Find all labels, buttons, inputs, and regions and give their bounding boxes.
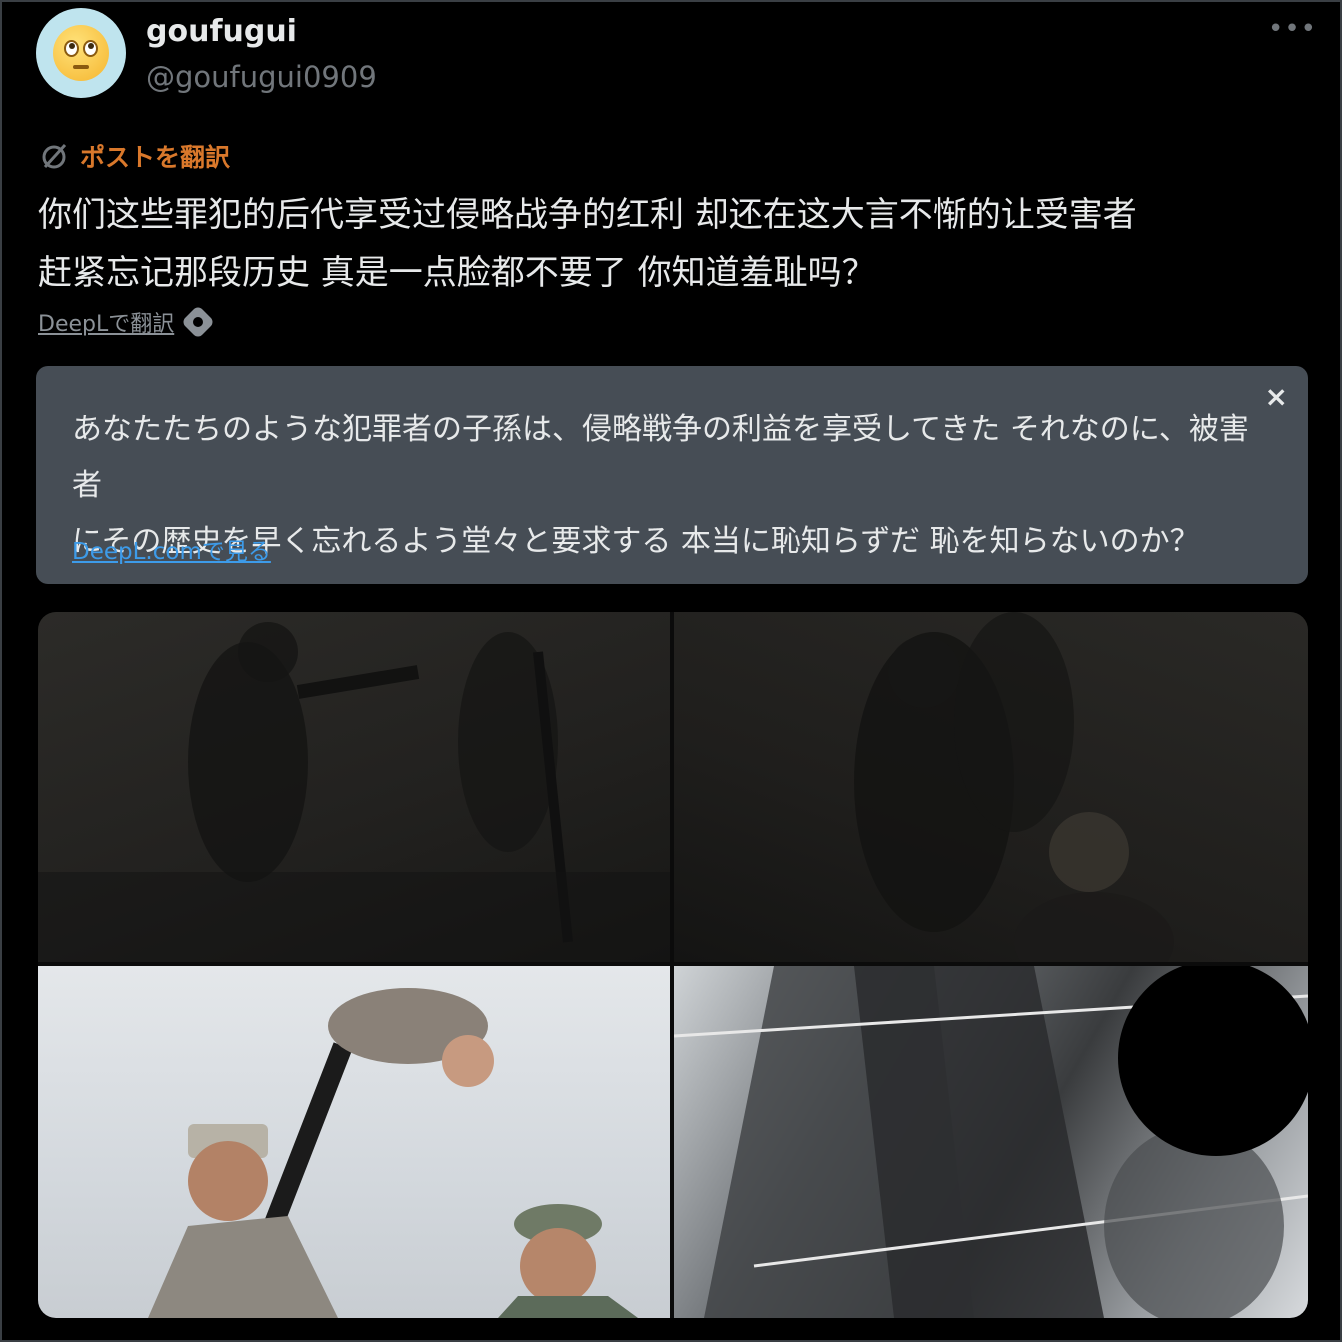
deepl-logo-icon bbox=[181, 305, 216, 339]
media-image-3[interactable] bbox=[38, 966, 670, 1318]
media-grid bbox=[38, 612, 1308, 1318]
image-1-scene bbox=[38, 622, 670, 962]
display-name[interactable]: goufugui bbox=[146, 14, 297, 49]
censor-circle bbox=[1118, 966, 1308, 1156]
deepl-translate-link[interactable]: DeepLで翻訳 bbox=[38, 306, 174, 338]
more-options-icon[interactable]: ••• bbox=[1268, 14, 1317, 44]
right-eye bbox=[83, 40, 98, 57]
mouth bbox=[73, 65, 89, 69]
left-eye bbox=[64, 40, 79, 57]
translate-icon bbox=[42, 143, 67, 169]
image-2-scene bbox=[854, 612, 1174, 962]
post-text: 你们这些罪犯的后代享受过侵略战争的红利 却还在这大言不惭的让受害者 赶紧忘记那段… bbox=[38, 195, 1137, 293]
translation-card: × あなたたちのような犯罪者の子孫は、侵略戦争の利益を享受してきた それなのに、… bbox=[36, 366, 1308, 584]
media-image-2[interactable] bbox=[674, 612, 1308, 962]
media-image-1[interactable] bbox=[38, 612, 670, 962]
translate-post-button[interactable]: ポストを翻訳 bbox=[40, 138, 230, 174]
media-image-4[interactable] bbox=[674, 966, 1308, 1318]
face-with-rolling-eyes-icon bbox=[53, 25, 109, 81]
user-handle[interactable]: @goufugui0909 bbox=[146, 60, 377, 94]
translate-post-label: ポストを翻訳 bbox=[80, 143, 231, 172]
avatar[interactable] bbox=[36, 8, 126, 98]
image-3-scene bbox=[148, 988, 638, 1318]
view-on-deepl-link[interactable]: DeepL.comで見る bbox=[72, 532, 271, 566]
deepl-attribution: DeepLで翻訳 bbox=[38, 305, 216, 339]
